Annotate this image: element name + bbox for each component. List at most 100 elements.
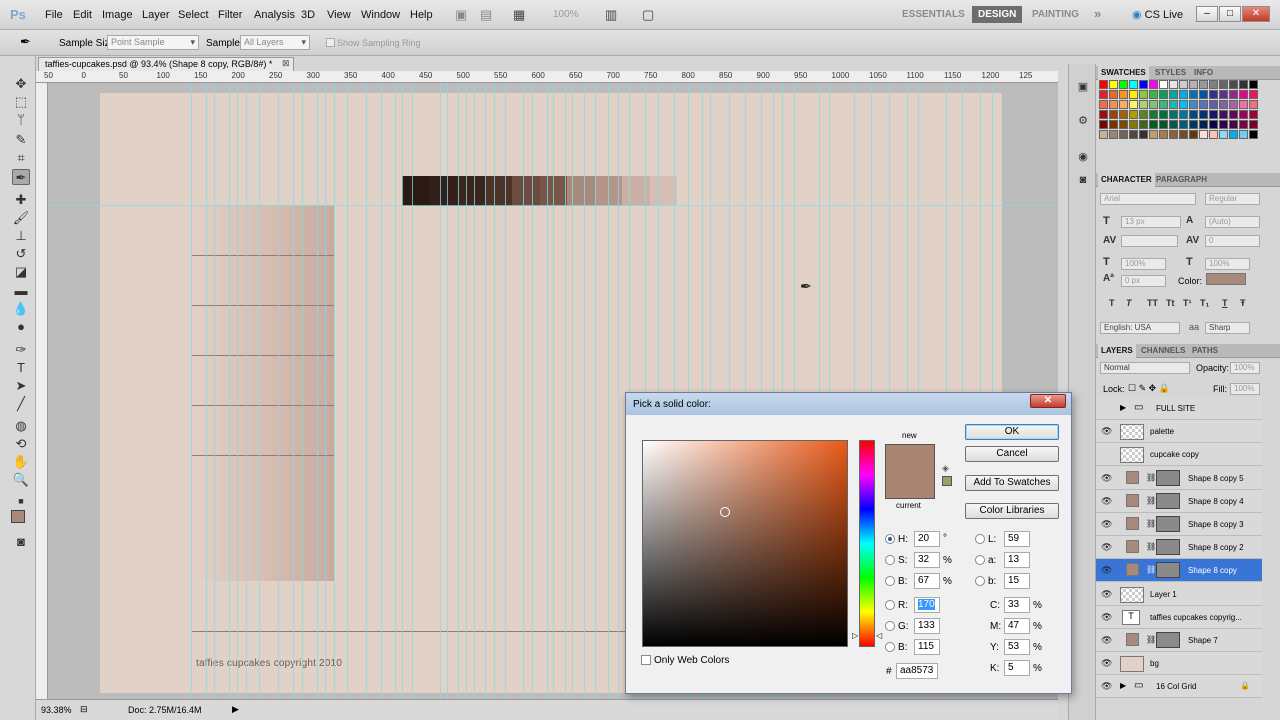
swatch[interactable] <box>1149 120 1158 129</box>
lasso-tool-icon[interactable]: ᛘ <box>12 112 30 128</box>
eyedropper-preset-icon[interactable]: ✒ <box>20 34 31 50</box>
vertical-guide[interactable] <box>229 83 230 699</box>
swatch[interactable] <box>1209 90 1218 99</box>
view-extras-icon[interactable]: ▦ <box>513 7 525 23</box>
swatch[interactable] <box>1129 130 1138 139</box>
layer-row[interactable]: 👁 palette <box>1096 420 1262 444</box>
layer-row[interactable]: 👁 ⛓ Shape 8 copy <box>1096 559 1262 583</box>
layer-thumbnail[interactable] <box>1120 424 1144 441</box>
history-panel-icon[interactable]: ▣ <box>1075 80 1091 94</box>
green-input[interactable]: 133 <box>914 618 940 634</box>
zoom-tool-icon[interactable]: 🔍 <box>12 472 30 488</box>
vertical-guide[interactable] <box>474 83 475 699</box>
shape-tool-icon[interactable]: ╱ <box>12 396 30 412</box>
vertical-guide[interactable] <box>325 83 326 699</box>
swatch[interactable] <box>1229 130 1238 139</box>
swatch[interactable] <box>1199 100 1208 109</box>
all-caps-button[interactable]: TT <box>1147 298 1158 308</box>
swatch[interactable] <box>1189 100 1198 109</box>
vector-mask-thumbnail[interactable] <box>1156 516 1180 532</box>
camera-panel-icon[interactable]: ◙ <box>1075 174 1091 188</box>
swatch[interactable] <box>1169 100 1178 109</box>
blue-radio[interactable] <box>885 642 895 652</box>
swatch[interactable] <box>1169 90 1178 99</box>
gradient-tool-icon[interactable]: ▬ <box>12 283 30 299</box>
subscript-button[interactable]: T₁ <box>1200 298 1209 308</box>
clone-stamp-tool-icon[interactable]: ⊥ <box>12 228 30 244</box>
swatch[interactable] <box>1239 110 1248 119</box>
red-input[interactable]: 170 <box>914 597 940 613</box>
layer-row[interactable]: cupcake copy <box>1096 443 1262 467</box>
layer-visibility-eye-icon[interactable]: 👁 <box>1101 473 1112 484</box>
swatch-grid[interactable] <box>1099 80 1262 158</box>
swatch[interactable] <box>1239 90 1248 99</box>
link-icon[interactable]: ⛓ <box>1146 565 1156 574</box>
swatch[interactable] <box>1149 130 1158 139</box>
menu-image[interactable]: Image <box>102 9 133 21</box>
zoom-level[interactable]: 100% <box>553 9 579 20</box>
vertical-guide[interactable] <box>595 83 596 699</box>
swatch[interactable] <box>1109 100 1118 109</box>
ok-button[interactable]: OK <box>965 424 1059 440</box>
swatch[interactable] <box>1159 130 1168 139</box>
more-workspaces-icon[interactable]: » <box>1094 6 1101 21</box>
font-family-select[interactable]: Arial <box>1100 193 1196 205</box>
vector-mask-thumbnail[interactable] <box>1156 492 1180 509</box>
web-safe-color-icon[interactable] <box>942 476 952 486</box>
vertical-guide[interactable] <box>553 83 554 699</box>
swatch[interactable] <box>1159 120 1168 129</box>
swatch[interactable] <box>1119 110 1128 119</box>
pen-tool-icon[interactable]: ✑ <box>12 342 30 358</box>
link-icon[interactable]: ⛓ <box>1146 542 1156 551</box>
swatch[interactable] <box>1239 130 1248 139</box>
group-expand-icon[interactable]: ▶ <box>1120 681 1126 690</box>
vector-mask-thumbnail[interactable] <box>1156 632 1180 648</box>
sample-size-select[interactable]: Point Sample <box>107 35 199 50</box>
status-menu-arrow-icon[interactable]: ▶ <box>232 704 239 715</box>
add-to-swatches-button[interactable]: Add To Swatches <box>965 475 1059 491</box>
bridge-icon[interactable]: ▣ <box>455 7 467 23</box>
hue-slider[interactable] <box>859 440 875 647</box>
vertical-guide[interactable] <box>347 83 348 699</box>
layer-visibility-eye-icon[interactable]: 👁 <box>1101 681 1112 692</box>
swatch[interactable] <box>1109 80 1118 89</box>
swatch[interactable] <box>1229 90 1238 99</box>
swatch[interactable] <box>1109 120 1118 129</box>
sample-select[interactable]: All Layers <box>240 35 310 50</box>
layer-visibility-eye-icon[interactable]: 👁 <box>1101 565 1112 576</box>
swatch[interactable] <box>1199 120 1208 129</box>
font-size-field[interactable]: 13 px <box>1121 216 1181 228</box>
gamut-warning-icon[interactable]: ◈ <box>942 463 949 474</box>
cyan-input[interactable]: 33 <box>1004 597 1030 613</box>
layer-thumbnail[interactable] <box>1120 447 1144 464</box>
vertical-scale-field[interactable]: 100% <box>1121 258 1166 270</box>
swatch[interactable] <box>1159 110 1168 119</box>
layer-row[interactable]: 👁 ⛓ Shape 8 copy 2 <box>1096 536 1262 560</box>
font-style-select[interactable]: Regular <box>1205 193 1260 205</box>
swatch[interactable] <box>1179 100 1188 109</box>
horizontal-scale-field[interactable]: 100% <box>1205 258 1250 270</box>
swatch[interactable] <box>1169 120 1178 129</box>
swatch[interactable] <box>1129 80 1138 89</box>
vector-mask-thumbnail[interactable] <box>1156 469 1180 486</box>
vertical-guide[interactable] <box>381 83 382 699</box>
swatch[interactable] <box>1129 90 1138 99</box>
menu-select[interactable]: Select <box>178 9 209 21</box>
layer-visibility-eye-icon[interactable]: 👁 <box>1101 519 1112 530</box>
layer-visibility-eye-icon[interactable]: 👁 <box>1101 589 1112 600</box>
layer-visibility-eye-icon[interactable]: 👁 <box>1101 496 1112 507</box>
swatch[interactable] <box>1189 120 1198 129</box>
layer-row[interactable]: 👁 ⛓ Shape 8 copy 3 <box>1096 513 1262 536</box>
status-settings-icon[interactable]: ⊟ <box>80 704 88 715</box>
quick-mask-icon[interactable]: ◙ <box>12 534 30 550</box>
vertical-guide[interactable] <box>466 83 467 699</box>
layer-row[interactable]: 👁 Layer 1 <box>1096 582 1262 606</box>
layer-row[interactable]: ▶ ▭ FULL SITE <box>1096 397 1262 420</box>
vertical-guide[interactable] <box>494 83 495 699</box>
quick-select-tool-icon[interactable]: ✎ <box>12 132 30 148</box>
layer-row[interactable]: 👁 bg <box>1096 652 1262 676</box>
layer-color-thumbnail[interactable] <box>1126 470 1139 484</box>
swatch[interactable] <box>1249 90 1258 99</box>
move-tool-icon[interactable]: ✥ <box>12 76 30 92</box>
swatch[interactable] <box>1239 120 1248 129</box>
